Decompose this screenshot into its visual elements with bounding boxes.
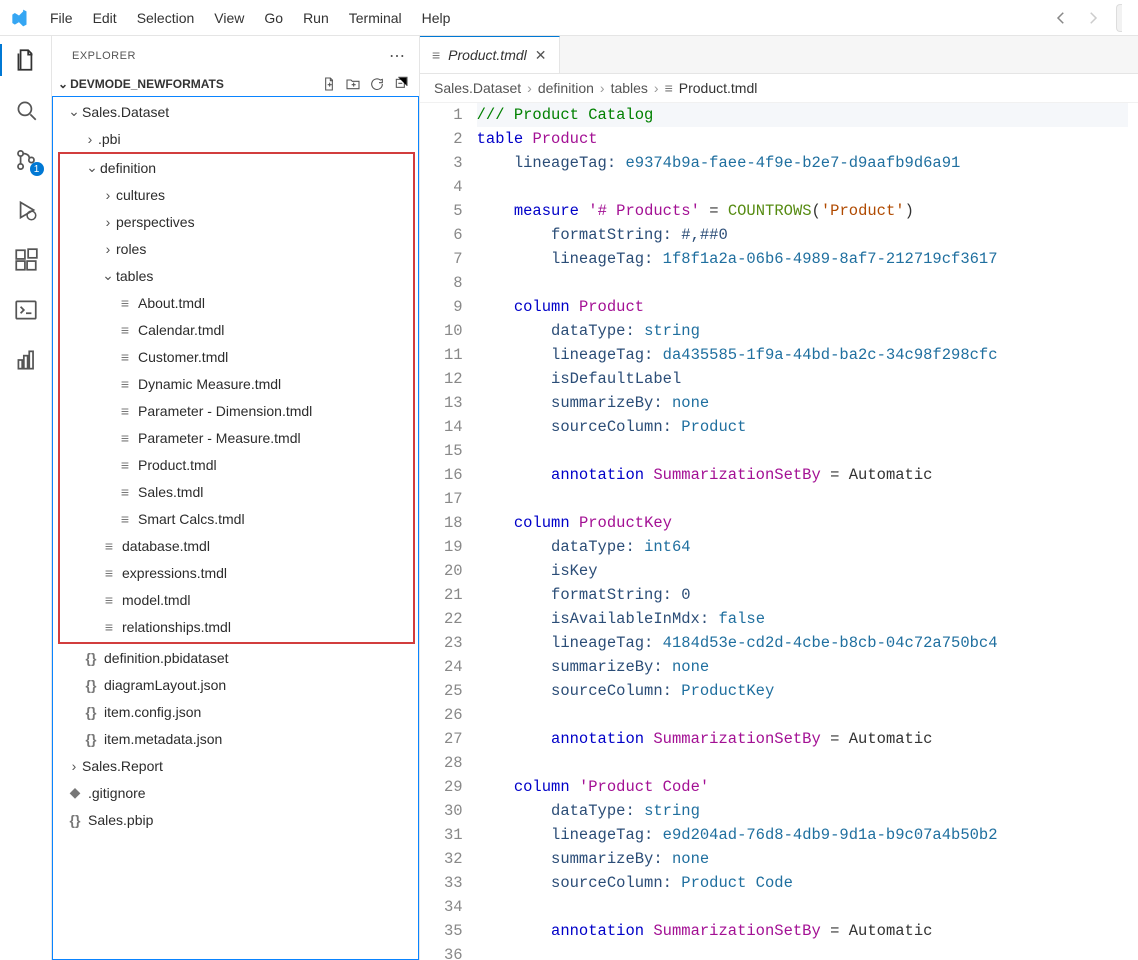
file-sales-pbip[interactable]: {}Sales.pbip (52, 806, 419, 833)
menu-file[interactable]: File (40, 6, 83, 30)
file-sales[interactable]: ≡Sales.tmdl (60, 478, 413, 505)
chevron-down-icon: ⌄ (58, 77, 68, 91)
folder-tables[interactable]: ⌄tables (60, 262, 413, 289)
file-customer[interactable]: ≡Customer.tmdl (60, 343, 413, 370)
editor-tabs: ≡ Product.tmdl ✕ (420, 36, 1138, 74)
line-numbers: 1234567891011121314151617181920212223242… (420, 103, 477, 960)
sidebar: EXPLORER ⋯ ⌄ DEVMODE_NEWFORMATS ⌄Sales.D… (52, 36, 420, 960)
menu-edit[interactable]: Edit (83, 6, 127, 30)
activity-terminal-icon[interactable] (12, 296, 40, 324)
menu-terminal[interactable]: Terminal (339, 6, 412, 30)
tab-label: Product.tmdl (448, 47, 527, 63)
file-relationships[interactable]: ≡relationships.tmdl (60, 613, 413, 640)
file-expressions[interactable]: ≡expressions.tmdl (60, 559, 413, 586)
nav-back-icon[interactable] (1052, 9, 1070, 27)
file-about[interactable]: ≡About.tmdl (60, 289, 413, 316)
vscode-logo-icon (8, 7, 30, 29)
activity-bar: 1 (0, 36, 52, 960)
breadcrumb-item[interactable]: tables (611, 80, 648, 96)
menu-view[interactable]: View (204, 6, 254, 30)
menubar: File Edit Selection View Go Run Terminal… (0, 0, 1138, 36)
folder-cultures[interactable]: ›cultures (60, 181, 413, 208)
menu-go[interactable]: Go (254, 6, 293, 30)
refresh-icon[interactable] (369, 76, 385, 92)
folder-pbi[interactable]: ›.pbi (52, 125, 419, 152)
activity-search-icon[interactable] (12, 96, 40, 124)
file-param-dimension[interactable]: ≡Parameter - Dimension.tmdl (60, 397, 413, 424)
folder-perspectives[interactable]: ›perspectives (60, 208, 413, 235)
new-file-icon[interactable] (321, 76, 337, 92)
activity-powerbi-icon[interactable] (12, 346, 40, 374)
folder-definition[interactable]: ⌄definition (60, 154, 413, 181)
editor-area: ≡ Product.tmdl ✕ Sales.Dataset› definiti… (420, 36, 1138, 960)
file-definition-pbidataset[interactable]: {}definition.pbidataset (52, 644, 419, 671)
menu-help[interactable]: Help (412, 6, 461, 30)
file-product[interactable]: ≡Product.tmdl (60, 451, 413, 478)
sidebar-title: EXPLORER (72, 50, 136, 62)
nav-forward-icon[interactable] (1084, 9, 1102, 27)
activity-explorer-icon[interactable] (12, 46, 40, 74)
breadcrumb[interactable]: Sales.Dataset› definition› tables› ≡ Pro… (420, 74, 1138, 103)
file-database[interactable]: ≡database.tmdl (60, 532, 413, 559)
breadcrumb-item[interactable]: Sales.Dataset (434, 80, 521, 96)
file-calendar[interactable]: ≡Calendar.tmdl (60, 316, 413, 343)
activity-extensions-icon[interactable] (12, 246, 40, 274)
folder-sales-dataset[interactable]: ⌄Sales.Dataset (52, 98, 419, 125)
new-folder-icon[interactable] (345, 76, 361, 92)
project-header[interactable]: ⌄ DEVMODE_NEWFORMATS (52, 72, 419, 96)
file-smart-calcs[interactable]: ≡Smart Calcs.tmdl (60, 505, 413, 532)
activity-debug-icon[interactable] (12, 196, 40, 224)
tab-product-tmdl[interactable]: ≡ Product.tmdl ✕ (420, 36, 560, 73)
breadcrumb-item[interactable]: definition (538, 80, 594, 96)
folder-sales-report[interactable]: ›Sales.Report (52, 752, 419, 779)
command-center[interactable] (1116, 4, 1122, 32)
file-gitignore[interactable]: ◆.gitignore (52, 779, 419, 806)
highlighted-definition-group: ⌄definition ›cultures ›perspectives ›rol… (58, 152, 415, 644)
file-model[interactable]: ≡model.tmdl (60, 586, 413, 613)
code-content[interactable]: /// Product Catalog table Product lineag… (477, 103, 1138, 960)
file-dynamic-measure[interactable]: ≡Dynamic Measure.tmdl (60, 370, 413, 397)
file-diagram-layout[interactable]: {}diagramLayout.json (52, 671, 419, 698)
menu-selection[interactable]: Selection (127, 6, 205, 30)
activity-scm-icon[interactable]: 1 (12, 146, 40, 174)
menu-run[interactable]: Run (293, 6, 339, 30)
file-icon: ≡ (432, 47, 440, 63)
file-param-measure[interactable]: ≡Parameter - Measure.tmdl (60, 424, 413, 451)
breadcrumb-item[interactable]: Product.tmdl (679, 80, 758, 96)
scm-badge: 1 (30, 162, 44, 176)
sidebar-more-icon[interactable]: ⋯ (389, 46, 405, 66)
close-tab-icon[interactable]: ✕ (535, 47, 547, 64)
code-editor[interactable]: 1234567891011121314151617181920212223242… (420, 103, 1138, 960)
file-item-metadata[interactable]: {}item.metadata.json (52, 725, 419, 752)
folder-roles[interactable]: ›roles (60, 235, 413, 262)
file-item-config[interactable]: {}item.config.json (52, 698, 419, 725)
collapse-all-icon[interactable] (393, 76, 409, 92)
project-name: DEVMODE_NEWFORMATS (70, 77, 224, 91)
file-tree: ⌄Sales.Dataset ›.pbi ⌄definition ›cultur… (52, 96, 419, 960)
